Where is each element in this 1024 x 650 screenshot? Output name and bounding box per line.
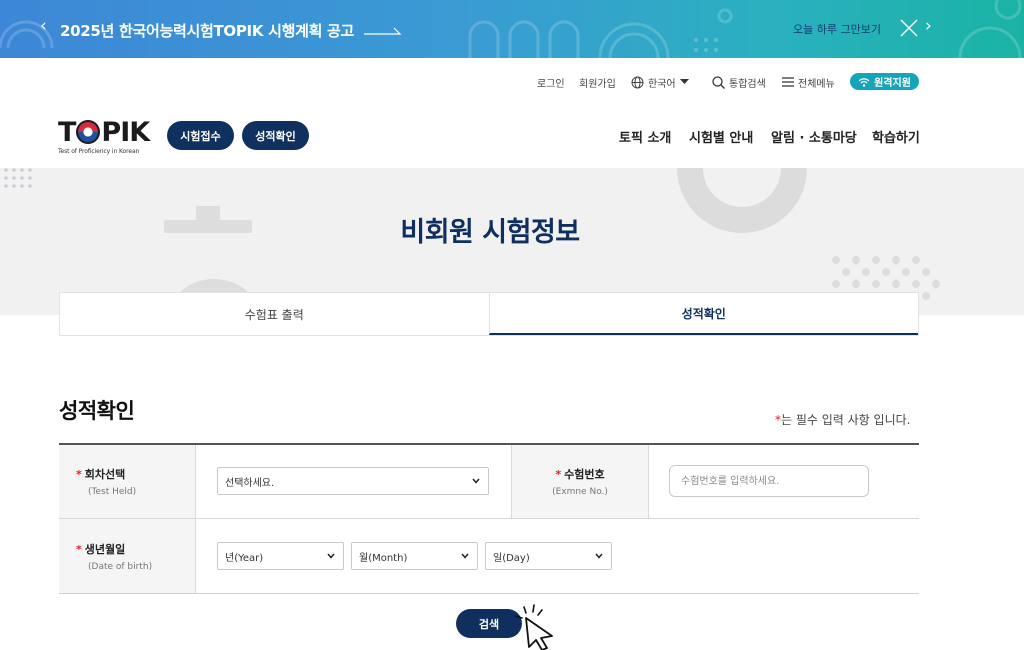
round-sublabel: (Test Held) [88, 487, 137, 497]
round-label-cell: * 회차선택 (Test Held) [59, 445, 195, 518]
banner-arrow-icon [364, 27, 402, 35]
remote-support-label: 원격지원 [874, 78, 911, 89]
birth-month-value: 월(Month) [359, 552, 408, 564]
language-label: 한국어 [648, 78, 676, 90]
nav-learning[interactable]: 학습하기 [872, 127, 920, 146]
birth-day-select[interactable]: 일(Day) [485, 542, 612, 570]
banner-title[interactable]: 2025년 한국어능력시험TOPIK 시행계획 공고 [60, 20, 354, 41]
topik-logo[interactable]: T PIK Test of Proficiency in Korean [58, 118, 158, 158]
exam-no-label-cell: * 수험번호 (Exmne No.) [512, 445, 648, 518]
birth-sublabel: (Date of birth) [88, 561, 153, 572]
birth-year-value: 년(Year) [225, 552, 264, 564]
required-star: * [76, 542, 82, 556]
chevron-down-icon [461, 553, 469, 559]
banner-next-icon[interactable]: › [925, 16, 932, 36]
join-link[interactable]: 회원가입 [579, 73, 616, 91]
birth-label: 생년월일 [84, 542, 126, 556]
wifi-icon [858, 77, 870, 87]
search-icon [712, 75, 725, 89]
required-note-text: 는 필수 입력 사항 입니다. [781, 413, 911, 427]
pointer-cursor-icon [515, 604, 553, 650]
all-menu-label: 전체메뉴 [798, 78, 835, 90]
login-link[interactable]: 로그인 [537, 73, 565, 91]
exam-apply-button[interactable]: 시험접수 [167, 121, 234, 150]
close-icon[interactable] [899, 18, 919, 38]
chevron-down-icon [327, 553, 335, 559]
tab-ticket-print[interactable]: 수험표 출력 [60, 293, 489, 335]
required-note: *는 필수 입력 사항 입니다. [775, 411, 910, 428]
nav-exam-guide[interactable]: 시험별 안내 [689, 127, 753, 146]
chevron-down-icon [472, 478, 480, 484]
birth-label-cell: * 생년월일 (Date of birth) [59, 519, 195, 593]
hamburger-icon [782, 77, 794, 87]
round-label: 회차선택 [84, 468, 126, 481]
exam-number-input[interactable] [669, 465, 869, 497]
birth-month-select[interactable]: 월(Month) [351, 542, 478, 570]
globe-icon [631, 76, 644, 88]
form-column-divider [648, 445, 649, 518]
required-star: * [555, 468, 562, 481]
logo-wordmark: T PIK [58, 117, 150, 148]
tab-result-check[interactable]: 성적확인 [488, 293, 918, 335]
caret-down-icon [679, 79, 689, 84]
hide-today-link[interactable]: 오늘 하루 그만보기 [793, 21, 881, 37]
banner-prev-icon[interactable]: ‹ [40, 16, 47, 36]
search-link[interactable]: 통합검색 [712, 73, 766, 91]
nav-topik-intro[interactable]: 토픽 소개 [619, 127, 671, 146]
language-selector[interactable]: 한국어 [631, 73, 689, 91]
result-check-button[interactable]: 성적확인 [242, 121, 309, 150]
birth-day-value: 일(Day) [493, 552, 530, 564]
required-star: * [76, 468, 82, 481]
remote-support-button[interactable]: 원격지원 [850, 73, 919, 90]
round-select[interactable]: 선택하세요. [217, 467, 489, 495]
birth-year-select[interactable]: 년(Year) [217, 542, 344, 570]
exam-no-label: 수험번호 [564, 468, 605, 481]
logo-subtitle: Test of Proficiency in Korean [58, 148, 140, 155]
taegeuk-logo-icon [76, 120, 101, 144]
page-title: 비회원 시험정보 [400, 217, 580, 248]
section-title: 성적확인 [59, 399, 135, 423]
form-column-divider [195, 445, 196, 593]
search-label: 통합검색 [729, 78, 766, 90]
round-select-value: 선택하세요. [225, 477, 275, 489]
tab-bar: 수험표 출력 성적확인 [59, 292, 919, 336]
all-menu-link[interactable]: 전체메뉴 [782, 73, 835, 91]
nav-notice[interactable]: 알림 · 소통마당 [771, 127, 857, 146]
top-banner: ‹ 2025년 한국어능력시험TOPIK 시행계획 공고 오늘 하루 그만보기 … [0, 0, 1024, 58]
chevron-down-icon [595, 553, 603, 559]
exam-no-sublabel: (Exmne No.) [552, 487, 608, 497]
